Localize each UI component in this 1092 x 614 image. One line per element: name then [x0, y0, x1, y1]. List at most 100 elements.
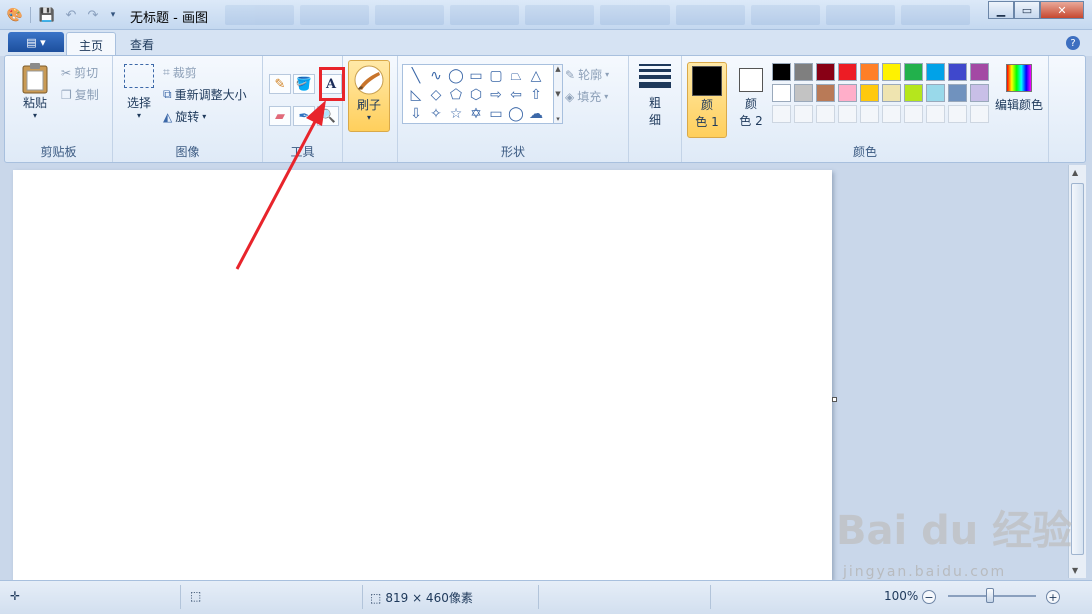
brush-button[interactable]: 刷子 ▾	[348, 60, 390, 132]
polygon-shape-icon[interactable]: ⏢	[506, 66, 526, 85]
down-arrow-shape-icon[interactable]: ⇩	[406, 104, 426, 123]
maximize-button[interactable]: ▭	[1014, 1, 1040, 19]
select-button[interactable]: 选择 ▾	[121, 64, 157, 120]
custom-color-swatch[interactable]	[794, 105, 813, 123]
color-picker-icon[interactable]: ✒	[293, 106, 315, 126]
eraser-icon[interactable]: ▰	[269, 106, 291, 126]
canvas-resize-handle[interactable]	[832, 397, 837, 402]
oval-shape-icon[interactable]: ◯	[446, 66, 466, 85]
fill-bucket-icon[interactable]: 🪣	[293, 74, 315, 94]
color-swatch[interactable]	[772, 84, 791, 102]
edit-colors-button[interactable]: 编辑颜色	[991, 64, 1047, 113]
color-swatch[interactable]	[772, 63, 791, 81]
triangle-shape-icon[interactable]: △	[526, 66, 546, 85]
zoom-slider-knob[interactable]	[986, 588, 994, 603]
resize-button[interactable]: ⧉ 重新调整大小	[163, 86, 247, 103]
line-shape-icon[interactable]: ╲	[406, 66, 426, 85]
diamond-shape-icon[interactable]: ◇	[426, 85, 446, 104]
redo-icon[interactable]: ↷	[84, 6, 102, 24]
undo-icon[interactable]: ↶	[62, 6, 80, 24]
color-swatch[interactable]	[904, 63, 923, 81]
custom-color-swatch[interactable]	[860, 105, 879, 123]
close-button[interactable]: ✕	[1040, 1, 1084, 19]
custom-color-swatch[interactable]	[838, 105, 857, 123]
cut-button[interactable]: ✂ 剪切	[61, 64, 98, 81]
zoom-in-button[interactable]: +	[1046, 590, 1060, 604]
oval-callout-shape-icon[interactable]: ◯	[506, 104, 526, 123]
right-arrow-shape-icon[interactable]: ⇨	[486, 85, 506, 104]
color-swatch[interactable]	[882, 84, 901, 102]
five-point-star-shape-icon[interactable]: ☆	[446, 104, 466, 123]
scroll-down-arrow-icon[interactable]: ▼	[1072, 566, 1078, 575]
pentagon-shape-icon[interactable]: ⬠	[446, 85, 466, 104]
outline-button[interactable]: ✎ 轮廓 ▾	[565, 66, 609, 83]
minimize-button[interactable]: ▁	[988, 1, 1014, 19]
shapes-scroll[interactable]: ▲ ▼ ▾	[553, 64, 563, 124]
color-swatch[interactable]	[882, 63, 901, 81]
zoom-out-button[interactable]: −	[922, 590, 936, 604]
left-arrow-shape-icon[interactable]: ⇦	[506, 85, 526, 104]
copy-button[interactable]: ❐ 复制	[61, 86, 99, 103]
paint-app-icon[interactable]: 🎨	[6, 6, 24, 24]
tab-view[interactable]: 查看	[118, 32, 166, 56]
rounded-rectangle-shape-icon[interactable]: ▢	[486, 66, 506, 85]
clipboard-icon	[22, 63, 48, 94]
fill-button[interactable]: ◈ 填充 ▾	[565, 88, 608, 105]
tab-home[interactable]: 主页	[66, 32, 117, 56]
crop-button[interactable]: ⌗ 裁剪	[163, 64, 197, 81]
save-icon[interactable]: 💾	[38, 6, 56, 24]
paint-menu-button[interactable]: ▤ ▾	[8, 32, 64, 52]
color-swatch[interactable]	[860, 84, 879, 102]
custom-color-swatch[interactable]	[816, 105, 835, 123]
custom-color-swatch[interactable]	[882, 105, 901, 123]
scrollbar-thumb[interactable]	[1071, 183, 1084, 555]
color-swatch[interactable]	[816, 63, 835, 81]
color-swatch[interactable]	[816, 84, 835, 102]
up-arrow-shape-icon[interactable]: ⇧	[526, 85, 546, 104]
color-swatch[interactable]	[860, 63, 879, 81]
color-swatch[interactable]	[970, 84, 989, 102]
zoom-slider[interactable]	[948, 588, 1036, 603]
pencil-icon[interactable]: ✎	[269, 74, 291, 94]
help-icon[interactable]: ?	[1066, 36, 1080, 50]
scroll-down-icon[interactable]: ▼	[555, 90, 560, 98]
curve-shape-icon[interactable]: ∿	[426, 66, 446, 85]
hexagon-shape-icon[interactable]: ⬡	[466, 85, 486, 104]
custom-color-swatch[interactable]	[926, 105, 945, 123]
four-point-star-shape-icon[interactable]: ✧	[426, 104, 446, 123]
color-swatch[interactable]	[926, 63, 945, 81]
color-swatch[interactable]	[948, 84, 967, 102]
shapes-gallery[interactable]: ╲ ∿ ◯ ▭ ▢ ⏢ △ ◺ ◇ ⬠ ⬡ ⇨ ⇦ ⇧ ⇩ ✧ ☆ ✡ ▭ ◯ …	[402, 64, 556, 124]
custom-color-swatch[interactable]	[904, 105, 923, 123]
color2-button[interactable]: 颜 色 2	[731, 62, 771, 138]
scroll-up-arrow-icon[interactable]: ▲	[1072, 168, 1078, 177]
color-swatch[interactable]	[794, 63, 813, 81]
six-point-star-shape-icon[interactable]: ✡	[466, 104, 486, 123]
rounded-callout-shape-icon[interactable]: ▭	[486, 104, 506, 123]
color-swatch[interactable]	[794, 84, 813, 102]
right-triangle-shape-icon[interactable]: ◺	[406, 85, 426, 104]
select-rectangle-icon	[124, 64, 154, 88]
color-swatch[interactable]	[926, 84, 945, 102]
cloud-callout-shape-icon[interactable]: ☁	[526, 104, 546, 123]
expand-gallery-icon[interactable]: ▾	[556, 115, 560, 123]
size-button[interactable]: 粗 细	[635, 64, 675, 128]
color-swatch[interactable]	[838, 84, 857, 102]
scroll-up-icon[interactable]: ▲	[555, 65, 560, 73]
rectangle-shape-icon[interactable]: ▭	[466, 66, 486, 85]
separator	[538, 585, 539, 609]
color2-label-line2: 色 2	[739, 114, 763, 128]
color-swatch[interactable]	[838, 63, 857, 81]
color-swatch[interactable]	[904, 84, 923, 102]
custom-color-swatch[interactable]	[772, 105, 791, 123]
paste-button[interactable]: 粘贴 ▾	[15, 62, 55, 120]
drawing-canvas[interactable]	[13, 170, 832, 580]
color-swatch[interactable]	[970, 63, 989, 81]
custom-color-swatch[interactable]	[948, 105, 967, 123]
rotate-button[interactable]: ◭ 旋转 ▾	[163, 108, 206, 125]
custom-color-swatch[interactable]	[970, 105, 989, 123]
color-swatch[interactable]	[948, 63, 967, 81]
color1-button[interactable]: 颜 色 1	[687, 62, 727, 138]
customize-quick-access-icon[interactable]: ▾	[104, 6, 122, 24]
magnifier-icon[interactable]: 🔍	[317, 106, 339, 126]
